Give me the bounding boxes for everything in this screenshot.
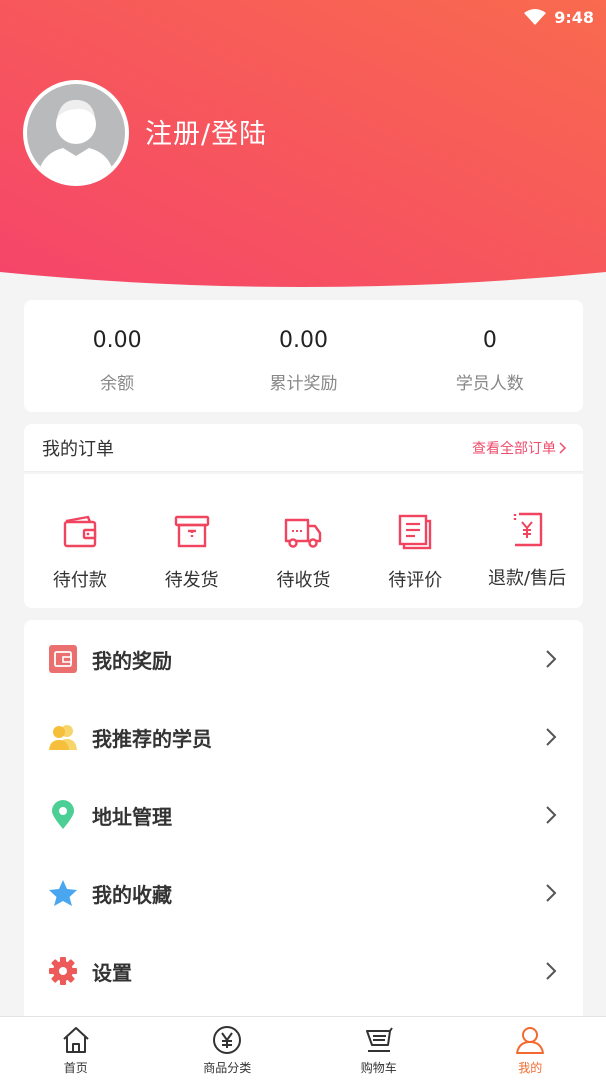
tab-home[interactable]: 首页 (0, 1017, 152, 1080)
chevron-right-icon (559, 441, 567, 454)
default-avatar-icon (37, 99, 115, 182)
chevron-right-icon (546, 728, 557, 746)
yen-circle-icon (213, 1026, 242, 1054)
tab-label: 我的 (518, 1061, 543, 1075)
order-pending-review[interactable]: 待评价 (359, 474, 471, 608)
review-icon (399, 514, 432, 550)
profile-header: 9:48 注册/登陆 (0, 0, 606, 300)
location-pin-icon (48, 800, 78, 830)
order-pending-shipment[interactable]: 待发货 (136, 474, 248, 608)
gear-icon (48, 956, 78, 986)
refund-icon (513, 512, 543, 547)
bottom-tab-bar: 首页 商品分类 购物车 我的 (0, 1016, 606, 1080)
stat-student-count[interactable]: 0 学员人数 (397, 300, 583, 412)
order-refund-aftersale[interactable]: 退款/售后 (471, 474, 583, 608)
stats-card: 0.00 余额 0.00 累计奖励 0 学员人数 (24, 300, 583, 412)
menu-list: 我的奖励 我推荐的学员 地址管理 我的收藏 设置 (24, 620, 583, 1020)
order-status-label: 待付款 (52, 570, 107, 591)
users-icon (48, 722, 78, 752)
stat-label: 余额 (100, 374, 135, 394)
status-bar: 9:48 (524, 6, 594, 28)
menu-item-label: 我推荐的学员 (92, 726, 212, 751)
stat-value: 0.00 (279, 328, 328, 353)
order-pending-payment[interactable]: 待付款 (24, 474, 136, 608)
order-status-label: 退款/售后 (488, 568, 567, 589)
menu-item-label: 设置 (92, 960, 132, 985)
tab-cart[interactable]: 购物车 (303, 1017, 455, 1080)
menu-item-settings[interactable]: 设置 (24, 932, 583, 1010)
orders-header: 我的订单 查看全部订单 (24, 424, 583, 472)
chevron-right-icon (546, 884, 557, 902)
order-status-label: 待收货 (276, 570, 331, 591)
tab-label: 商品分类 (203, 1061, 252, 1075)
login-register-link[interactable]: 注册/登陆 (145, 112, 267, 151)
menu-item-favorites[interactable]: 我的收藏 (24, 854, 583, 932)
stat-label: 学员人数 (455, 374, 524, 394)
reward-wallet-icon (48, 644, 78, 674)
order-status-label: 待评价 (388, 570, 443, 591)
truck-icon (285, 518, 322, 548)
star-icon (48, 878, 78, 908)
tab-label: 首页 (63, 1061, 88, 1075)
user-icon (516, 1027, 545, 1054)
status-time: 9:48 (554, 7, 594, 27)
order-pending-receipt[interactable]: 待收货 (248, 474, 360, 608)
wallet-icon (63, 515, 97, 548)
home-icon (63, 1027, 89, 1053)
stat-total-reward[interactable]: 0.00 累计奖励 (210, 300, 396, 412)
wifi-icon (524, 9, 547, 25)
menu-item-label: 我的收藏 (92, 882, 172, 907)
view-all-orders-link[interactable]: 查看全部订单 (472, 438, 567, 458)
menu-item-label: 地址管理 (92, 804, 172, 829)
menu-item-label: 我的奖励 (92, 648, 172, 673)
stat-value: 0 (482, 328, 497, 353)
tab-mine[interactable]: 我的 (455, 1017, 606, 1080)
menu-item-referred-students[interactable]: 我推荐的学员 (24, 698, 583, 776)
orders-status-row: 待付款 待发货 待收货 待评价 退款/售后 (24, 474, 583, 608)
stat-label: 累计奖励 (269, 374, 338, 394)
cart-icon (365, 1027, 393, 1052)
view-all-orders-label: 查看全部订单 (472, 440, 556, 457)
avatar[interactable] (23, 80, 129, 186)
menu-item-my-rewards[interactable]: 我的奖励 (24, 620, 583, 698)
package-icon (174, 515, 209, 548)
chevron-right-icon (546, 962, 557, 980)
chevron-right-icon (546, 806, 557, 824)
stat-value: 0.00 (92, 328, 142, 353)
stat-balance[interactable]: 0.00 余额 (24, 300, 210, 412)
tab-categories[interactable]: 商品分类 (152, 1017, 304, 1080)
menu-item-address-management[interactable]: 地址管理 (24, 776, 583, 854)
tab-label: 购物车 (360, 1061, 397, 1075)
chevron-right-icon (546, 650, 557, 668)
orders-title: 我的订单 (42, 438, 114, 460)
order-status-label: 待发货 (164, 570, 219, 591)
